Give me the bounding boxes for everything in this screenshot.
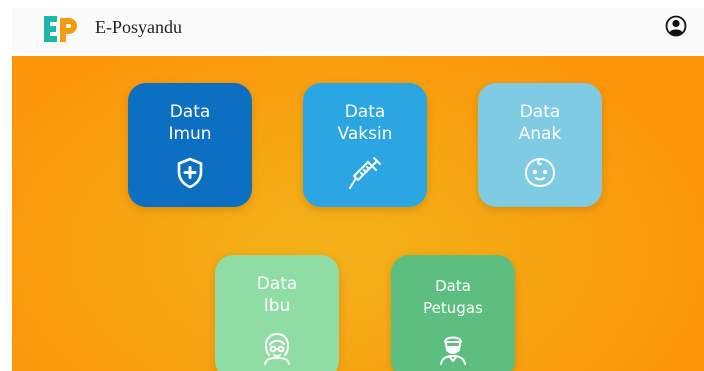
account-circle-icon[interactable]	[665, 15, 687, 37]
shield-plus-icon	[177, 157, 203, 189]
mother-icon	[264, 333, 290, 365]
tile-data-vaksin[interactable]: Data Vaksin	[303, 83, 427, 207]
top-navbar: E-Posyandu	[12, 8, 704, 52]
tile-label: Data Petugas	[423, 277, 483, 317]
menu-area: Data Imun Data Vaksin Data Anak Data Ibu…	[12, 56, 704, 371]
syringe-icon	[349, 157, 381, 189]
tile-data-petugas[interactable]: Data Petugas	[391, 255, 515, 371]
tile-data-ibu[interactable]: Data Ibu	[215, 255, 339, 371]
tile-data-anak[interactable]: Data Anak	[478, 83, 602, 207]
tile-label: Data Imun	[168, 102, 212, 144]
tile-label: Data Vaksin	[337, 102, 393, 144]
baby-face-icon	[524, 158, 556, 188]
tile-label: Data Anak	[518, 102, 562, 144]
e-posyandu-logo-icon[interactable]	[40, 12, 80, 46]
app-title: E-Posyandu	[95, 17, 182, 37]
health-worker-icon	[440, 336, 466, 365]
tile-data-imun[interactable]: Data Imun	[128, 83, 252, 207]
tile-label: Data Ibu	[256, 274, 298, 316]
